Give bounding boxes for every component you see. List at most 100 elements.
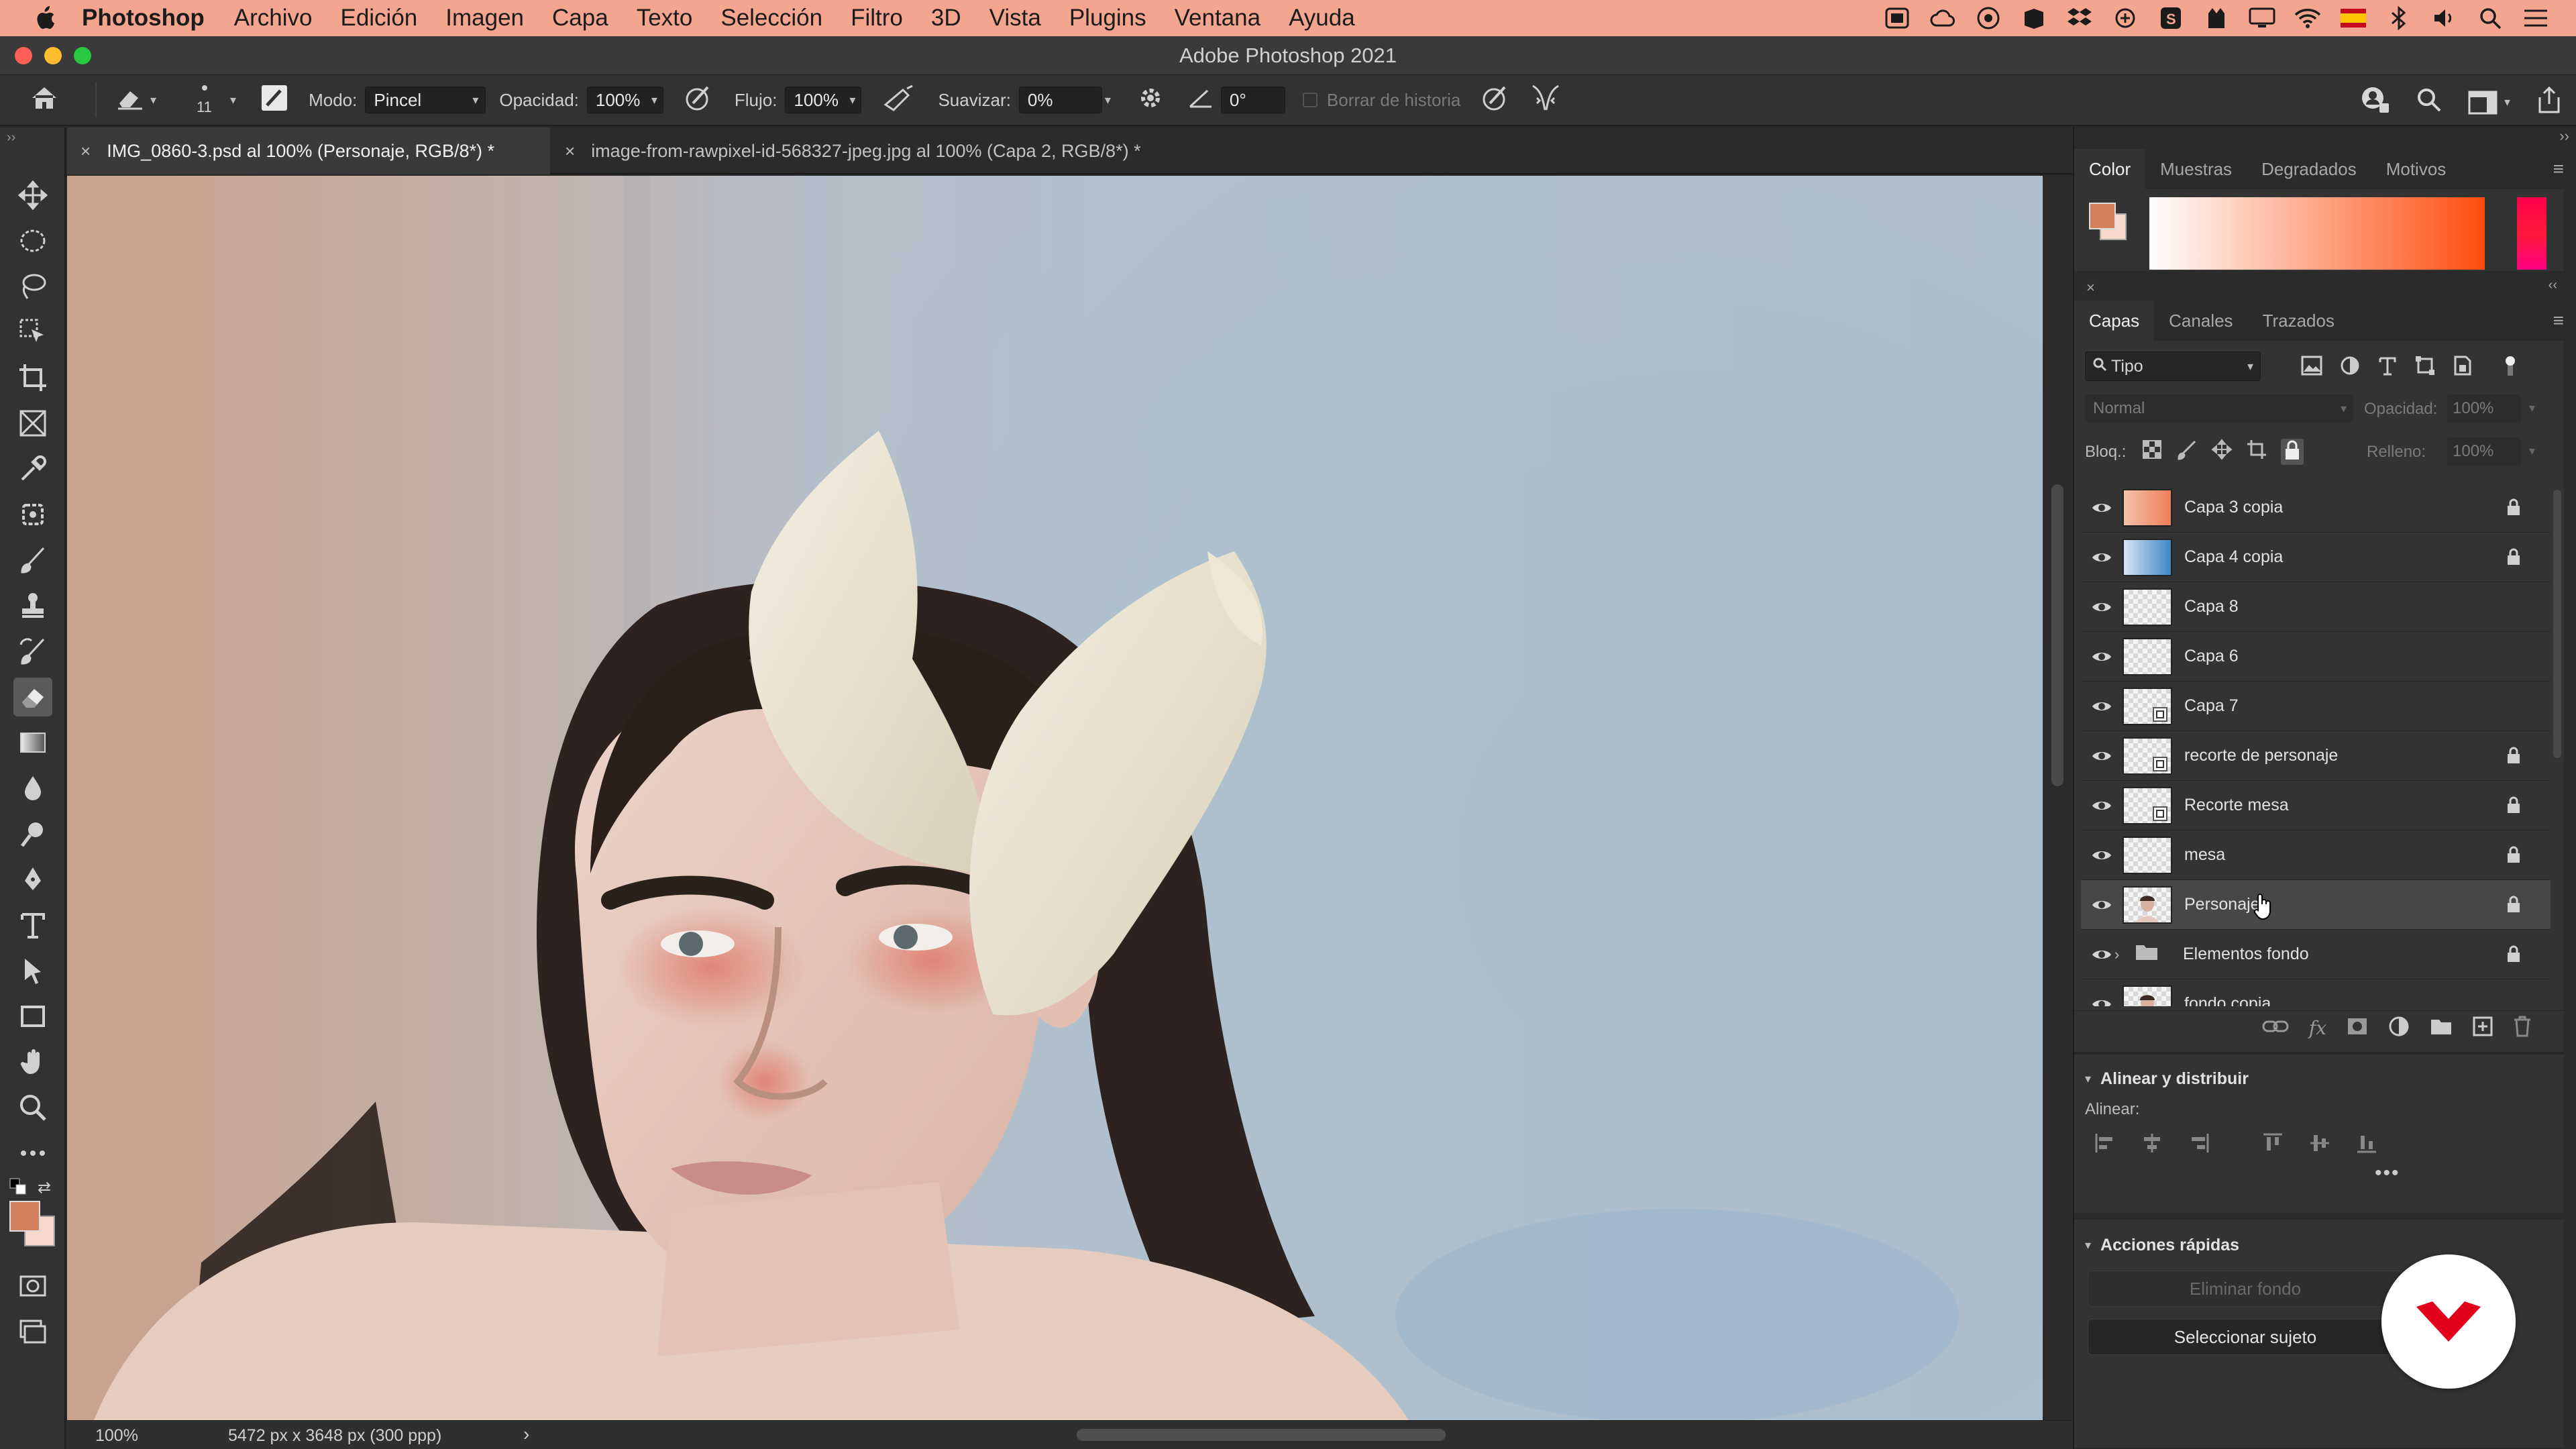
layers-scrollbar[interactable]	[2553, 490, 2561, 758]
export-share-icon[interactable]	[2536, 85, 2563, 119]
zoom-window-button[interactable]	[74, 47, 91, 64]
screen-share-icon[interactable]	[1884, 5, 1911, 32]
crop-tool-icon[interactable]	[13, 358, 52, 397]
fill-field[interactable]: 100%	[2447, 437, 2521, 466]
expand-group-icon[interactable]: ›	[2114, 946, 2135, 963]
layer-name[interactable]: mesa	[2184, 845, 2225, 865]
swap-colors-icon[interactable]: ⇄	[38, 1178, 51, 1197]
menu-3d[interactable]: 3D	[931, 5, 961, 32]
menu-edicion[interactable]: Edición	[340, 5, 417, 32]
align-vertical-center-icon[interactable]	[2309, 1132, 2330, 1157]
blur-tool-icon[interactable]	[13, 769, 52, 808]
spot-healing-icon[interactable]	[13, 495, 52, 534]
remove-background-button[interactable]: Eliminar fondo	[2088, 1271, 2403, 1307]
tab-layers[interactable]: Capas	[2074, 301, 2155, 341]
panel-menu-icon[interactable]: ≡	[2553, 310, 2564, 331]
lock-pixels-icon[interactable]	[2176, 439, 2198, 465]
foreground-color-swatch[interactable]	[9, 1201, 40, 1232]
collapse-panel-icon[interactable]: ‹‹	[2548, 278, 2557, 293]
more-tools-icon[interactable]	[13, 1134, 52, 1173]
dodge-tool-icon[interactable]	[13, 814, 52, 853]
screen-mode-icon[interactable]	[13, 1312, 52, 1351]
align-right-icon[interactable]	[2188, 1132, 2210, 1157]
layer-name[interactable]: Capa 8	[2184, 597, 2239, 616]
brush-size-picker[interactable]: 11	[190, 81, 223, 119]
status-expand-icon[interactable]: ›	[523, 1424, 529, 1445]
layer-name[interactable]: Recorte mesa	[2184, 796, 2289, 815]
new-group-icon[interactable]	[2430, 1017, 2453, 1039]
smart-object-filter-icon[interactable]	[2453, 356, 2473, 379]
layer-thumbnail[interactable]	[2123, 836, 2172, 874]
dropbox-icon[interactable]	[2066, 5, 2093, 32]
panel-menu-icon[interactable]: ≡	[2553, 158, 2564, 180]
layer-filter-select[interactable]: Tipo ▾	[2085, 352, 2261, 381]
layer-name[interactable]: Personaje	[2184, 895, 2260, 914]
bear-icon[interactable]	[2203, 5, 2230, 32]
visibility-eye-icon[interactable]	[2081, 600, 2123, 614]
hand-tool-icon[interactable]	[13, 1042, 52, 1081]
tab-rawpixel-image[interactable]: × image-from-rawpixel-id-568327-jpeg.jpg…	[551, 127, 1323, 174]
menu-plugins[interactable]: Plugins	[1069, 5, 1146, 32]
visibility-eye-icon[interactable]	[2081, 649, 2123, 664]
minimize-window-button[interactable]	[44, 47, 62, 64]
close-tab-icon[interactable]: ×	[565, 141, 575, 162]
rectangle-tool-icon[interactable]	[13, 997, 52, 1036]
volume-icon[interactable]	[2431, 5, 2458, 32]
visibility-eye-icon[interactable]	[2081, 500, 2123, 515]
eraser-tool-icon[interactable]	[13, 678, 52, 716]
workspace-switcher[interactable]: ▾	[2468, 91, 2510, 115]
menu-ventana[interactable]: Ventana	[1175, 5, 1260, 32]
tab-paths[interactable]: Trazados	[2248, 301, 2349, 341]
color-panel-swatches[interactable]	[2089, 203, 2127, 240]
eyedropper-icon[interactable]	[13, 449, 52, 488]
layer-thumbnail[interactable]	[2123, 637, 2172, 676]
search-icon[interactable]	[2477, 5, 2504, 32]
angle-field[interactable]: 0°	[1220, 87, 1285, 113]
mode-select[interactable]: Pincel ▾	[365, 87, 486, 113]
layer-row[interactable]: fondo copia	[2081, 979, 2551, 1006]
brush-settings-icon[interactable]	[260, 84, 288, 117]
pixel-filter-icon[interactable]	[2301, 356, 2322, 379]
chevron-down-icon[interactable]: ▾	[2529, 444, 2535, 458]
lock-artboard-icon[interactable]	[2246, 439, 2267, 465]
creative-cloud-icon[interactable]	[1929, 5, 1956, 32]
sync-icon[interactable]	[2112, 5, 2139, 32]
collapse-dock-icon[interactable]: ››	[2559, 127, 2569, 145]
type-filter-icon[interactable]	[2377, 356, 2398, 379]
shape-filter-icon[interactable]	[2415, 356, 2435, 379]
color-swatches[interactable]	[9, 1201, 60, 1252]
expand-toolbar-icon[interactable]: ››	[7, 130, 15, 146]
pen-tool-icon[interactable]	[13, 860, 52, 899]
align-top-icon[interactable]	[2262, 1132, 2284, 1157]
canvas-horizontal-scrollbar[interactable]	[1077, 1429, 1446, 1441]
tab-patterns[interactable]: Motivos	[2371, 149, 2461, 189]
delete-layer-icon[interactable]	[2513, 1016, 2532, 1040]
path-selection-icon[interactable]	[13, 951, 52, 990]
tab-channels[interactable]: Canales	[2154, 301, 2247, 341]
elliptical-marquee-icon[interactable]	[13, 221, 52, 260]
add-mask-icon[interactable]	[2347, 1017, 2368, 1039]
visibility-eye-icon[interactable]	[2081, 798, 2123, 813]
menu-vista[interactable]: Vista	[989, 5, 1041, 32]
airbrush-icon[interactable]	[883, 85, 916, 116]
tab-gradients[interactable]: Degradados	[2247, 149, 2371, 189]
foreground-swatch[interactable]	[2089, 203, 2116, 229]
layer-row[interactable]: recorte de personaje	[2081, 731, 2551, 781]
gradient-tool-icon[interactable]	[13, 723, 52, 762]
menu-app-name[interactable]: Photoshop	[82, 5, 205, 32]
visibility-eye-icon[interactable]	[2081, 550, 2123, 565]
music-icon[interactable]	[2021, 5, 2047, 32]
layer-thumbnail[interactable]	[2123, 588, 2172, 626]
menu-archivo[interactable]: Archivo	[234, 5, 313, 32]
visibility-eye-icon[interactable]	[2081, 848, 2123, 863]
symmetry-icon[interactable]	[1530, 83, 1561, 117]
layer-thumbnail[interactable]	[2123, 885, 2172, 924]
tab-swatches[interactable]: Muestras	[2145, 149, 2247, 189]
visibility-eye-icon[interactable]	[2081, 749, 2123, 763]
type-tool-icon[interactable]	[13, 906, 52, 945]
layer-row[interactable]: Personaje	[2081, 880, 2551, 930]
apple-icon[interactable]	[34, 5, 56, 32]
scrollbar-thumb[interactable]	[2051, 484, 2063, 786]
layer-row[interactable]: Capa 7	[2081, 682, 2551, 731]
adjustment-layer-icon[interactable]	[2388, 1016, 2410, 1040]
